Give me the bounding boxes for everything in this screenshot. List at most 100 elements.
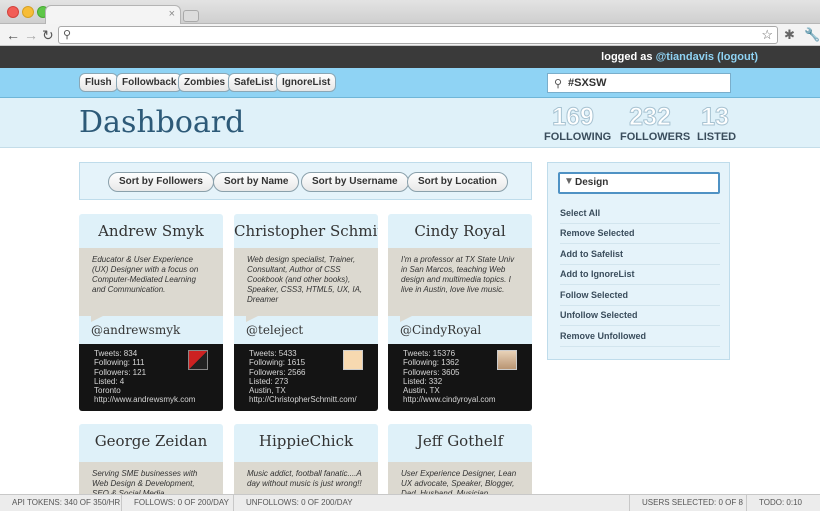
logged-prefix: logged as bbox=[601, 51, 653, 63]
following-stat[interactable]: 169 FOLLOWING bbox=[544, 103, 612, 144]
extension-icon[interactable]: ✱ bbox=[784, 27, 795, 43]
remove-unfollowed-action[interactable]: Remove Unfollowed bbox=[560, 327, 720, 347]
followers-stat[interactable]: 232 FOLLOWERS bbox=[620, 103, 691, 144]
card-name: George Zeidan bbox=[79, 424, 223, 462]
speech-tail bbox=[246, 316, 258, 322]
card-name: Christopher Schmitt bbox=[234, 214, 378, 248]
card-bio-text: Educator & User Experience (UX) Designer… bbox=[92, 255, 199, 294]
api-tokens-status: API TOKENS: 340 OF 350/HR bbox=[0, 495, 122, 511]
side-panel: ▼ Design Select All Remove Selected Add … bbox=[547, 162, 730, 360]
sort-by-username-button[interactable]: Sort by Username bbox=[301, 172, 409, 192]
following-label: FOLLOWING bbox=[544, 131, 612, 143]
remove-selected-action[interactable]: Remove Selected bbox=[560, 224, 720, 244]
select-all-action[interactable]: Select All bbox=[560, 204, 720, 224]
card-bio: Educator & User Experience (UX) Designer… bbox=[79, 248, 223, 322]
followers-count: 232 bbox=[629, 103, 672, 131]
page-title: Dashboard bbox=[79, 105, 245, 140]
unfollow-selected-action[interactable]: Unfollow Selected bbox=[560, 306, 720, 326]
user-card[interactable]: Andrew Smyk Educator & User Experience (… bbox=[79, 214, 223, 411]
star-icon[interactable]: ☆ bbox=[761, 27, 773, 43]
search-icon: ⚲ bbox=[554, 78, 563, 90]
add-to-safelist-action[interactable]: Add to Safelist bbox=[560, 245, 720, 265]
follows-status: FOLLOWS: 0 OF 200/DAY bbox=[122, 495, 234, 511]
card-location: Austin, TX bbox=[403, 386, 440, 396]
wrench-icon[interactable]: 🔧 bbox=[804, 27, 820, 43]
sort-by-followers-button[interactable]: Sort by Followers bbox=[108, 172, 214, 192]
listed-label: LISTED bbox=[697, 131, 737, 143]
card-bio-text: Web design specialist, Trainer, Consulta… bbox=[247, 255, 363, 304]
filter-value: Design bbox=[575, 177, 609, 188]
status-bar: API TOKENS: 340 OF 350/HR FOLLOWS: 0 OF … bbox=[0, 494, 820, 511]
new-tab-button[interactable] bbox=[183, 10, 199, 22]
sort-bar: Sort by Followers Sort by Name Sort by U… bbox=[79, 162, 532, 200]
safelist-button[interactable]: SafeList bbox=[228, 73, 279, 92]
minimize-window-button[interactable] bbox=[22, 6, 34, 18]
speech-tail bbox=[91, 316, 103, 322]
user-card[interactable]: Cindy Royal I'm a professor at TX State … bbox=[388, 214, 532, 411]
listed-count: 13 bbox=[701, 103, 730, 131]
avatar bbox=[497, 350, 517, 370]
card-name: HippieChick bbox=[234, 424, 378, 462]
reload-icon[interactable]: ↻ bbox=[42, 26, 54, 44]
card-url[interactable]: http://www.cindyroyal.com bbox=[403, 395, 532, 404]
flush-button[interactable]: Flush bbox=[79, 73, 118, 92]
card-url[interactable]: http://www.andrewsmyk.com bbox=[94, 395, 223, 404]
card-listed: Listed: 4 bbox=[94, 376, 125, 386]
user-card[interactable]: Christopher Schmitt Web design specialis… bbox=[234, 214, 378, 411]
avatar bbox=[188, 350, 208, 370]
card-stats: Tweets: 15376 Following: 1362 Followers:… bbox=[388, 344, 532, 411]
user-card[interactable]: Jeff Gothelf User Experience Designer, L… bbox=[388, 424, 532, 494]
todo-status: TODO: 0:10 bbox=[759, 498, 802, 507]
card-stats: Tweets: 834 Following: 111 Followers: 12… bbox=[79, 344, 223, 411]
listed-stat[interactable]: 13 LISTED bbox=[697, 103, 737, 144]
sort-by-name-button[interactable]: Sort by Name bbox=[213, 172, 300, 192]
filter-input[interactable]: ▼ Design bbox=[558, 172, 720, 194]
logout-link[interactable]: (logout) bbox=[717, 51, 758, 63]
sort-by-location-button[interactable]: Sort by Location bbox=[407, 172, 508, 192]
speech-tail bbox=[400, 316, 412, 322]
close-window-button[interactable] bbox=[7, 6, 19, 18]
card-stats: Tweets: 5433 Following: 1615 Followers: … bbox=[234, 344, 378, 411]
search-icon: ⚲ bbox=[63, 29, 72, 41]
card-bio: Music addict, football fanatic....A day … bbox=[234, 462, 378, 494]
followers-label: FOLLOWERS bbox=[620, 131, 691, 143]
logged-in-status: logged as @tiandavis (logout) bbox=[601, 51, 758, 63]
browser-tab[interactable]: × bbox=[45, 5, 181, 25]
card-url[interactable]: http://ChristopherSchmitt.com/ bbox=[249, 395, 378, 404]
username-link[interactable]: @tiandavis bbox=[656, 51, 714, 63]
card-listed: Listed: 273 bbox=[249, 376, 289, 386]
followback-button[interactable]: Followback bbox=[116, 73, 183, 92]
search-input[interactable]: ⚲ #SXSW bbox=[547, 73, 731, 93]
filter-icon: ▼ bbox=[564, 176, 574, 187]
tab-close-icon[interactable]: × bbox=[169, 8, 175, 20]
browser-toolbar: ← → ↻ ⚲ ☆ ✱ 🔧 bbox=[0, 24, 820, 46]
menu-bar: Flush Followback Zombies SafeList Ignore… bbox=[0, 68, 820, 98]
unfollows-status: UNFOLLOWS: 0 OF 200/DAY bbox=[234, 495, 630, 511]
ignorelist-button[interactable]: IgnoreList bbox=[276, 73, 337, 92]
browser-titlebar: × bbox=[0, 0, 820, 25]
card-bio: Serving SME businesses with Web Design &… bbox=[79, 462, 223, 494]
search-value: #SXSW bbox=[568, 77, 607, 89]
card-name: Jeff Gothelf bbox=[388, 424, 532, 462]
card-bio-text: I'm a professor at TX State Univ in San … bbox=[401, 255, 515, 294]
back-arrow-icon[interactable]: ← bbox=[6, 26, 20, 44]
address-bar[interactable]: ⚲ ☆ bbox=[58, 26, 778, 44]
zombies-button[interactable]: Zombies bbox=[178, 73, 232, 92]
card-name: Cindy Royal bbox=[388, 214, 532, 248]
add-to-ignorelist-action[interactable]: Add to IgnoreList bbox=[560, 265, 720, 285]
user-card[interactable]: HippieChick Music addict, football fanat… bbox=[234, 424, 378, 494]
dashboard-header: Dashboard 169 FOLLOWING 232 FOLLOWERS 13… bbox=[0, 98, 820, 148]
card-bio: Web design specialist, Trainer, Consulta… bbox=[234, 248, 378, 322]
following-count: 169 bbox=[552, 103, 595, 131]
card-bio: I'm a professor at TX State Univ in San … bbox=[388, 248, 532, 322]
card-bio: User Experience Designer, Lean UX advoca… bbox=[388, 462, 532, 494]
user-bar: logged as @tiandavis (logout) bbox=[0, 46, 820, 68]
card-location: Austin, TX bbox=[249, 386, 286, 396]
card-listed: Listed: 332 bbox=[403, 376, 443, 386]
users-selected-status: USERS SELECTED: 0 OF 8 bbox=[630, 495, 747, 511]
follow-selected-action[interactable]: Follow Selected bbox=[560, 286, 720, 306]
user-card[interactable]: George Zeidan Serving SME businesses wit… bbox=[79, 424, 223, 494]
forward-arrow-icon[interactable]: → bbox=[24, 26, 38, 44]
card-name: Andrew Smyk bbox=[79, 214, 223, 248]
avatar bbox=[343, 350, 363, 370]
